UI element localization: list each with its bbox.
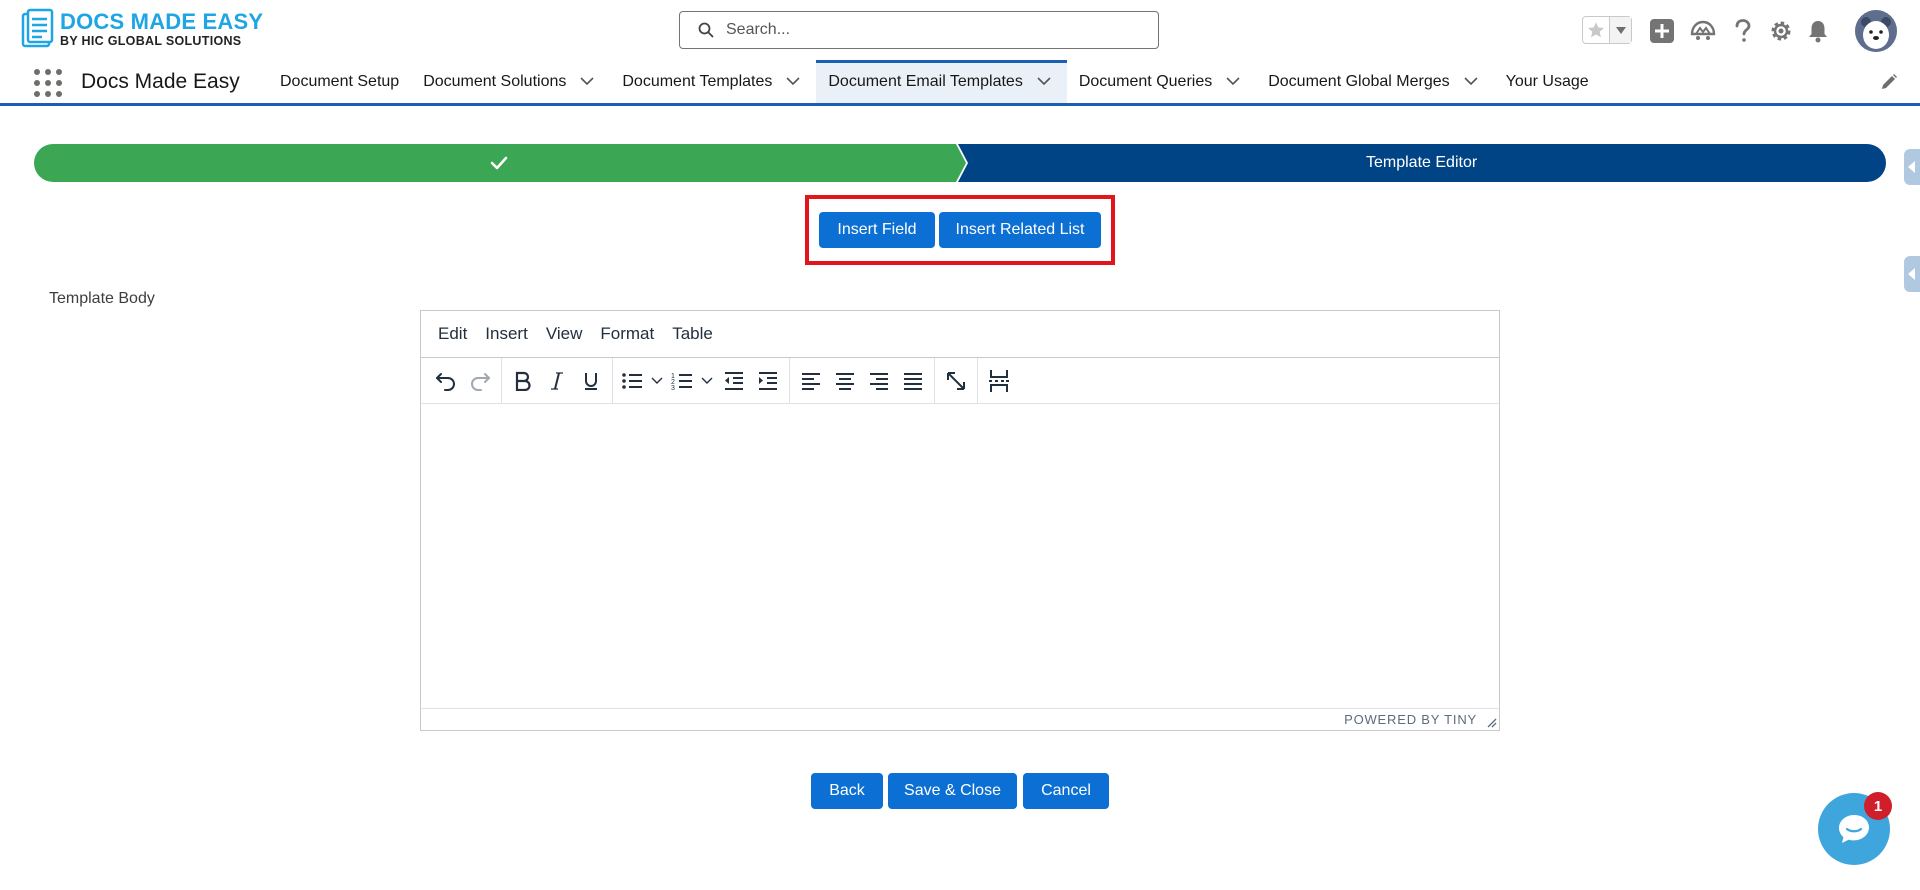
chevron-down-icon[interactable] (647, 377, 667, 385)
tab-label: Document Email Templates (828, 72, 1023, 90)
page-break-icon[interactable] (982, 364, 1016, 398)
insert-field-button[interactable]: Insert Field (819, 212, 935, 248)
tiny-branding-link[interactable]: POWERED BY TINY (1344, 712, 1477, 727)
add-icon[interactable] (1649, 18, 1675, 44)
editor-menubar: Edit Insert View Format Table (421, 311, 1499, 358)
chat-notification-badge: 1 (1864, 792, 1892, 820)
gear-icon[interactable] (1768, 18, 1794, 44)
italic-icon[interactable] (540, 364, 574, 398)
chevron-down-icon[interactable] (1037, 77, 1051, 86)
indent-icon[interactable] (751, 364, 785, 398)
nav-tabs: Document Setup Document Solutions Docume… (268, 60, 1601, 103)
favorites-group (1582, 16, 1632, 44)
back-button[interactable]: Back (811, 773, 883, 809)
app-launcher-icon[interactable] (34, 69, 62, 97)
chevron-down-icon[interactable] (1464, 77, 1478, 86)
outdent-icon[interactable] (717, 364, 751, 398)
tab-document-solutions[interactable]: Document Solutions (411, 60, 610, 103)
tab-label: Your Usage (1505, 72, 1589, 90)
rich-text-editor: Edit Insert View Format Table 1 2 3 POWE… (420, 310, 1500, 731)
tab-label: Document Templates (622, 72, 773, 90)
tab-document-email-templates[interactable]: Document Email Templates (816, 60, 1068, 103)
resize-handle-icon[interactable] (1485, 716, 1497, 728)
document-logo-icon (21, 8, 54, 48)
toolbar-group-view (935, 357, 978, 404)
favorites-dropdown-icon[interactable] (1610, 17, 1631, 43)
chevron-down-icon[interactable] (697, 377, 717, 385)
justify-icon[interactable] (896, 364, 930, 398)
side-panel-handle[interactable] (1904, 149, 1920, 185)
numbered-list-icon[interactable]: 123 (667, 364, 697, 398)
company-logo[interactable]: DOCS MADE EASY BY HIC GLOBAL SOLUTIONS (20, 8, 263, 50)
tab-document-global-merges[interactable]: Document Global Merges (1256, 60, 1493, 103)
logo-subtitle: BY HIC GLOBAL SOLUTIONS (60, 33, 242, 48)
align-left-icon[interactable] (794, 364, 828, 398)
global-header: DOCS MADE EASY BY HIC GLOBAL SOLUTIONS (0, 0, 1920, 60)
chat-icon (1839, 815, 1869, 843)
toolbar-group-history (425, 357, 502, 404)
editor-toolbar: 123 (421, 357, 1499, 404)
menu-insert[interactable]: Insert (476, 324, 537, 344)
chevron-down-icon[interactable] (580, 77, 594, 86)
tab-document-queries[interactable]: Document Queries (1067, 60, 1256, 103)
app-navigation-bar: Docs Made Easy Document Setup Document S… (0, 60, 1920, 106)
progress-path: Template Editor (34, 144, 1886, 182)
chevron-down-icon[interactable] (786, 77, 800, 86)
menu-view[interactable]: View (537, 324, 592, 344)
template-body-label: Template Body (49, 290, 155, 307)
tab-document-templates[interactable]: Document Templates (610, 60, 816, 103)
bell-icon[interactable] (1805, 18, 1831, 44)
tab-document-setup[interactable]: Document Setup (268, 60, 411, 103)
global-search[interactable] (679, 11, 1159, 49)
toolbar-group-lists: 123 (613, 357, 790, 404)
trailhead-icon[interactable] (1690, 18, 1716, 44)
numbered-list-split[interactable]: 123 (667, 364, 717, 398)
bullet-list-icon[interactable] (617, 364, 647, 398)
chevron-down-icon[interactable] (1226, 77, 1240, 86)
svg-text:3: 3 (671, 385, 675, 391)
search-input[interactable] (726, 21, 1126, 39)
redo-icon[interactable] (463, 364, 497, 398)
app-name: Docs Made Easy (81, 70, 240, 93)
tab-your-usage[interactable]: Your Usage (1494, 60, 1601, 103)
align-center-icon[interactable] (828, 364, 862, 398)
tab-label: Document Queries (1078, 72, 1213, 90)
star-icon[interactable] (1583, 17, 1611, 43)
menu-format[interactable]: Format (591, 324, 663, 344)
path-step-completed[interactable] (489, 153, 509, 178)
toolbar-group-formatting (502, 357, 613, 404)
cancel-button[interactable]: Cancel (1023, 773, 1109, 809)
insert-related-list-button[interactable]: Insert Related List (939, 212, 1101, 248)
align-right-icon[interactable] (862, 364, 896, 398)
side-panel-handle-2[interactable] (1904, 256, 1920, 292)
avatar[interactable] (1855, 10, 1897, 52)
fullscreen-icon[interactable] (939, 364, 973, 398)
edit-nav-pencil-icon[interactable] (1880, 73, 1898, 96)
undo-icon[interactable] (429, 364, 463, 398)
toolbar-group-alignment (790, 357, 935, 404)
menu-table[interactable]: Table (663, 324, 722, 344)
menu-edit[interactable]: Edit (429, 324, 476, 344)
search-icon (698, 22, 714, 38)
path-shapes (34, 144, 1886, 182)
tab-label: Document Solutions (423, 72, 567, 90)
toolbar-group-insert (978, 358, 1020, 404)
save-close-button[interactable]: Save & Close (888, 773, 1017, 809)
chevron-left-icon (1908, 161, 1915, 173)
check-icon (490, 156, 508, 170)
editor-content-area[interactable] (421, 404, 1499, 708)
bold-icon[interactable] (506, 364, 540, 398)
logo-title: DOCS MADE EASY (60, 8, 264, 34)
path-step-current[interactable]: Template Editor (1366, 154, 1477, 172)
help-icon[interactable] (1730, 18, 1756, 44)
tab-label: Document Setup (280, 72, 400, 90)
bullet-list-split[interactable] (617, 364, 667, 398)
underline-icon[interactable] (574, 364, 608, 398)
tab-label: Document Global Merges (1268, 72, 1450, 90)
chevron-left-icon (1908, 268, 1915, 280)
editor-statusbar: POWERED BY TINY (421, 708, 1499, 730)
